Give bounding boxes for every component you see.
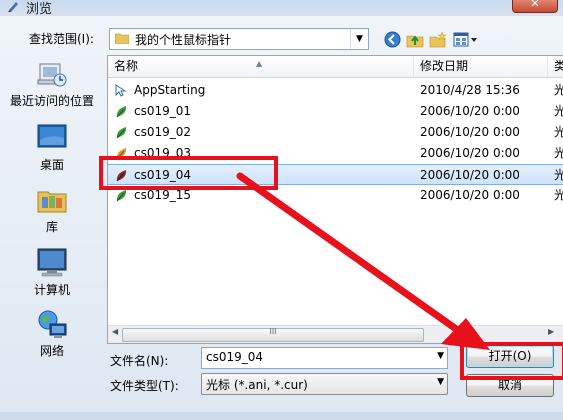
lookin-label: 查找范围(I):: [29, 32, 94, 46]
file-date: 2006/10/20 0:00: [420, 125, 520, 139]
place-desktop[interactable]: 桌面: [10, 122, 94, 173]
filename-input[interactable]: [202, 348, 426, 366]
place-recent[interactable]: 最近访问的位置: [10, 58, 94, 109]
chevron-down-icon[interactable]: ▼: [350, 29, 368, 49]
file-name: AppStarting: [134, 83, 206, 97]
column-name-label: 名称: [114, 59, 139, 73]
scroll-left-icon[interactable]: ◀: [112, 327, 118, 336]
view-menu-icon: [453, 32, 477, 47]
network-icon: [36, 308, 68, 340]
new-folder-icon: [429, 31, 447, 48]
title-bar: 浏览 ✕: [0, 0, 563, 17]
column-type-label: 类: [554, 59, 563, 73]
column-date-header[interactable]: 修改日期: [414, 56, 548, 77]
appstarting-cursor-icon: [115, 84, 127, 97]
lookin-dropdown[interactable]: 我的个性鼠标指针 ▼: [109, 28, 369, 50]
leaf-cursor-icon: [116, 190, 127, 202]
column-name-header[interactable]: 名称 ▲: [108, 56, 414, 77]
file-date: 2006/10/20 0:00: [420, 188, 520, 202]
file-date: 2006/10/20 0:00: [420, 168, 520, 182]
place-recent-label: 最近访问的位置: [10, 94, 95, 108]
horizontal-scrollbar[interactable]: ◀ III ▶: [108, 325, 563, 343]
filetype-select[interactable]: 光标 (*.ani, *.cur) ▼: [201, 373, 448, 395]
back-button[interactable]: [382, 29, 402, 49]
file-date: 2010/4/28 15:36: [420, 83, 520, 97]
folder-icon: [115, 33, 129, 44]
computer-icon: [36, 247, 68, 279]
file-type: 光: [554, 80, 563, 101]
status-strip: [0, 412, 563, 420]
sort-up-icon: ▲: [256, 59, 263, 68]
file-list[interactable]: 名称 ▲ 修改日期 类 AppStarting 2010/4/28 15:36 …: [107, 55, 563, 344]
file-row[interactable]: AppStarting 2010/4/28 15:36 光: [108, 80, 563, 101]
place-library[interactable]: 库: [10, 184, 94, 235]
leaf-cursor-icon: [116, 106, 127, 118]
chevron-down-icon[interactable]: ▼: [437, 377, 444, 387]
filetype-value: 光标 (*.ani, *.cur): [206, 378, 308, 392]
scrollbar-grip: III: [269, 327, 277, 336]
filetype-label: 文件类型(T):: [110, 379, 179, 393]
file-row[interactable]: cs019_02 2006/10/20 0:00 光: [108, 122, 563, 143]
file-type: 光: [554, 143, 563, 164]
filename-field[interactable]: ▼: [201, 347, 448, 369]
place-computer[interactable]: 计算机: [10, 247, 94, 298]
place-library-label: 库: [45, 220, 58, 234]
file-date: 2006/10/20 0:00: [420, 146, 520, 160]
up-folder-icon: [406, 35, 424, 48]
close-button[interactable]: ✕: [512, 0, 558, 13]
chevron-down-icon[interactable]: ▼: [437, 351, 444, 361]
file-row[interactable]: cs019_01 2006/10/20 0:00 光: [108, 101, 563, 122]
place-computer-label: 计算机: [33, 283, 70, 297]
close-icon: ✕: [530, 0, 540, 10]
file-type: 光: [554, 122, 563, 143]
scroll-right-icon[interactable]: ▶: [548, 327, 554, 336]
place-network-label: 网络: [39, 344, 64, 358]
file-date: 2006/10/20 0:00: [420, 104, 520, 118]
annotation-box-open: [460, 342, 563, 380]
recent-places-icon: [36, 58, 68, 90]
file-type: 光: [554, 101, 563, 122]
file-name: cs019_01: [134, 104, 192, 118]
file-name: cs019_02: [134, 125, 192, 139]
window-title: 浏览: [26, 2, 53, 17]
back-arrow-icon: [384, 31, 400, 48]
place-desktop-label: 桌面: [39, 158, 64, 172]
filename-label: 文件名(N):: [110, 354, 169, 368]
file-list-header: 名称 ▲ 修改日期 类: [108, 56, 563, 78]
browse-icon: [8, 2, 18, 12]
file-type: 光: [554, 165, 563, 186]
desktop-icon: [36, 122, 68, 154]
up-folder-button[interactable]: [405, 29, 425, 49]
scrollbar-thumb[interactable]: III: [122, 327, 424, 342]
new-folder-button[interactable]: [428, 29, 448, 49]
leaf-cursor-icon: [116, 127, 127, 139]
column-date-label: 修改日期: [420, 59, 469, 73]
file-type: 光: [554, 185, 563, 206]
library-icon: [36, 184, 68, 216]
lookin-value: 我的个性鼠标指针: [135, 33, 232, 47]
column-type-header[interactable]: 类: [548, 56, 563, 77]
view-menu-button[interactable]: [452, 29, 480, 49]
annotation-box-file: [99, 156, 278, 190]
place-network[interactable]: 网络: [10, 308, 94, 359]
